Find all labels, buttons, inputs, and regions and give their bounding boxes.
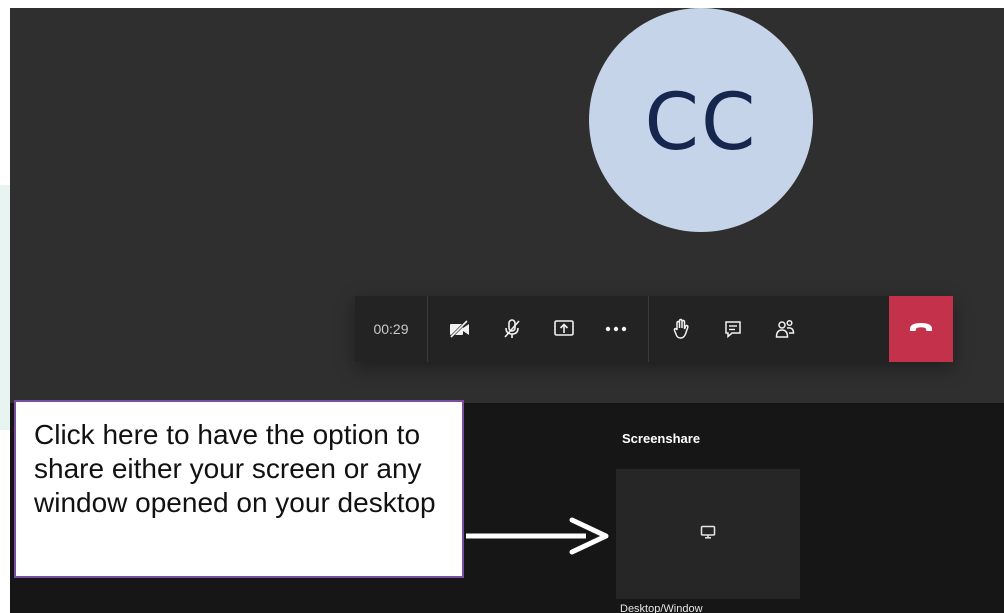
- hang-up-icon: [908, 320, 934, 338]
- callout-text: Click here to have the option to share e…: [34, 419, 436, 518]
- share-screen-icon: [553, 319, 575, 339]
- camera-toggle-button[interactable]: [434, 296, 486, 362]
- desktop-window-share-tile[interactable]: [616, 469, 800, 599]
- desktop-window-label: Desktop/Window: [620, 603, 703, 613]
- more-options-button[interactable]: [590, 296, 642, 362]
- chat-button[interactable]: [707, 296, 759, 362]
- screenshare-title: Screenshare: [622, 431, 701, 446]
- meeting-stage: CC 00:29: [10, 8, 1004, 403]
- screenshot-frame: CC 00:29 Screenshare Desktop/Window Clic…: [0, 0, 1004, 613]
- mic-muted-icon: [501, 318, 523, 340]
- instruction-callout: Click here to have the option to share e…: [14, 400, 464, 578]
- camera-off-icon: [448, 319, 472, 339]
- more-options-icon: [605, 326, 627, 332]
- pointer-arrow: [466, 514, 614, 563]
- call-timer: 00:29: [355, 296, 428, 362]
- raise-hand-icon: [671, 318, 691, 340]
- monitor-icon: [700, 525, 716, 544]
- raise-hand-button[interactable]: [655, 296, 707, 362]
- participants-icon: [774, 318, 796, 340]
- share-screen-button[interactable]: [538, 296, 590, 362]
- background-strip: [0, 185, 10, 430]
- call-controls-toolbar: 00:29: [355, 296, 953, 362]
- avatar-initials: CC: [644, 78, 758, 168]
- mic-toggle-button[interactable]: [486, 296, 538, 362]
- hang-up-button[interactable]: [889, 296, 953, 362]
- participants-button[interactable]: [759, 296, 811, 362]
- participant-avatar: CC: [589, 8, 813, 232]
- toolbar-divider: [648, 296, 649, 362]
- chat-icon: [723, 319, 743, 339]
